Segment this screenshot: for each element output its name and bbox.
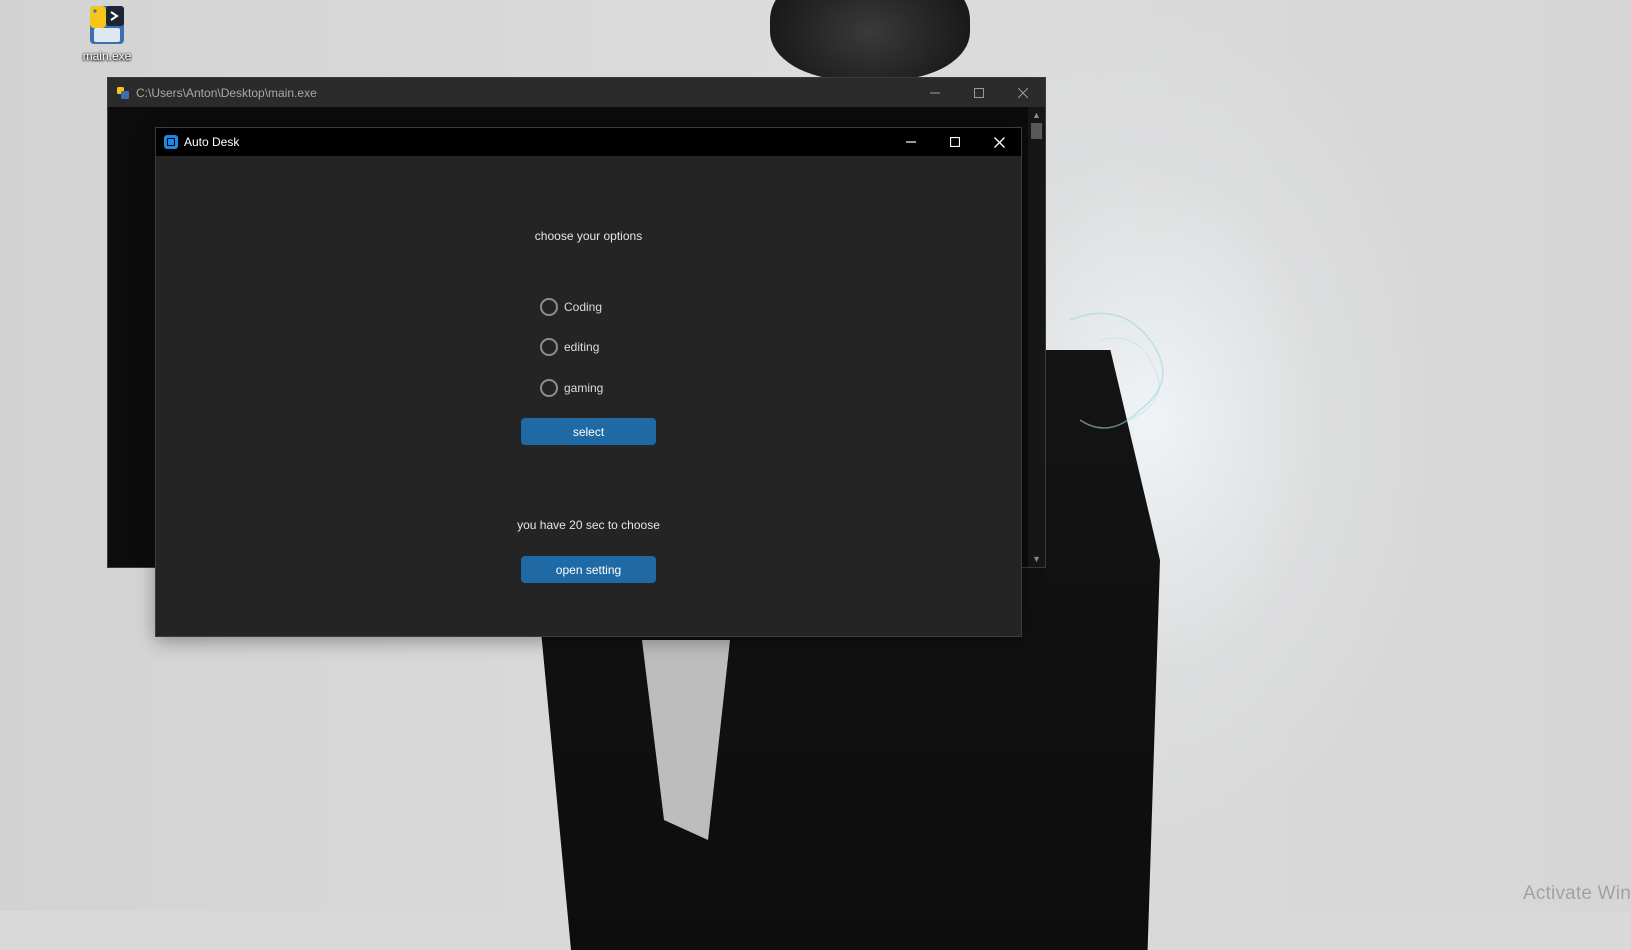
wallpaper-figure-head [770,0,970,80]
radio-button[interactable] [540,298,558,316]
scroll-up-arrow-icon[interactable]: ▲ [1028,107,1045,123]
timer-text: you have 20 sec to choose [517,518,660,532]
radio-button[interactable] [540,338,558,356]
radio-label: editing [564,340,600,354]
python-exe-icon [84,2,130,48]
console-close-button[interactable] [1001,78,1045,107]
radio-option-editing[interactable]: editing [540,338,599,356]
radio-label: Coding [564,300,603,314]
options-heading: choose your options [534,229,643,243]
app-titlebar[interactable]: Auto Desk [156,128,1021,156]
app-minimize-button[interactable] [889,128,933,156]
select-button[interactable]: select [521,418,656,445]
maximize-icon [950,137,960,147]
wallpaper-glow-lines [1069,312,1164,429]
app-maximize-button[interactable] [933,128,977,156]
scroll-down-arrow-icon[interactable]: ▼ [1028,551,1045,567]
radio-button[interactable] [540,379,558,397]
console-scrollbar[interactable]: ▲ ▼ [1028,107,1045,567]
app-close-button[interactable] [977,128,1021,156]
close-icon [993,136,1005,148]
console-maximize-button[interactable] [957,78,1001,107]
radio-label: gaming [564,381,604,395]
console-title: C:\Users\Anton\Desktop\main.exe [136,85,317,100]
console-minimize-button[interactable] [913,78,957,107]
minimize-icon [906,141,916,143]
radio-option-coding[interactable]: Coding [540,298,602,316]
desktop-icon-main-exe[interactable]: main.exe [78,2,136,63]
open-setting-button[interactable]: open setting [521,556,656,583]
console-titlebar[interactable]: C:\Users\Anton\Desktop\main.exe [108,78,1045,107]
desktop-icon-label: main.exe [82,49,132,63]
app-content: choose your options Coding editing gamin… [156,156,1021,637]
close-icon [1018,87,1028,98]
auto-desk-window[interactable]: Auto Desk choose your options Coding edi… [155,127,1022,637]
activate-windows-watermark: Activate Win [1523,883,1631,904]
minimize-icon [930,92,940,93]
app-title: Auto Desk [184,135,240,149]
python-icon [117,86,129,99]
app-icon [164,135,178,149]
scroll-thumb[interactable] [1031,123,1042,139]
radio-option-gaming[interactable]: gaming [540,379,603,397]
maximize-icon [974,87,984,98]
